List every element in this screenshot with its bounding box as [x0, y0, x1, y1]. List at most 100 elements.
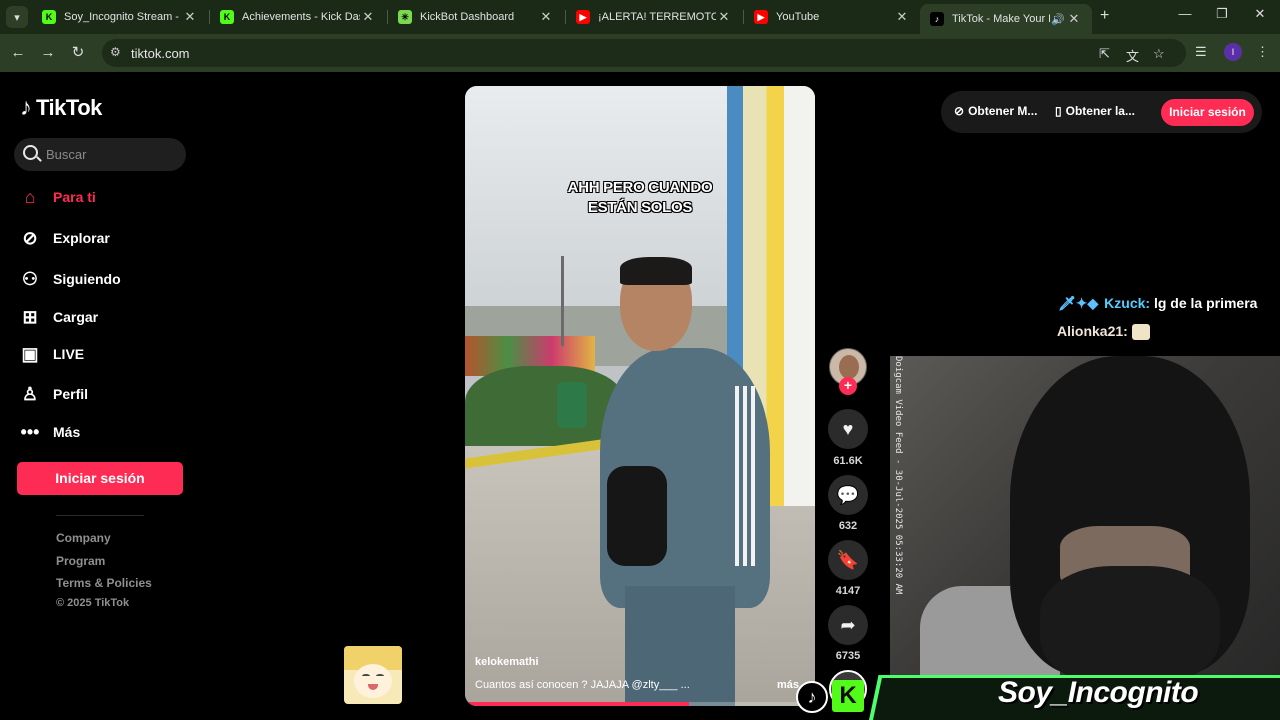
- sidebar-item-perfil[interactable]: ♙ Perfil: [18, 383, 88, 405]
- video-progress-bar[interactable]: [465, 702, 815, 706]
- tab-achievements[interactable]: K Achievements - Kick Dashb ✕: [210, 4, 386, 30]
- video-author[interactable]: kelokemathi: [475, 656, 539, 668]
- sidebar-divider: [56, 515, 144, 516]
- search-input[interactable]: [46, 144, 176, 164]
- get-coins-link[interactable]: ⊘ Obtener M...: [954, 104, 1037, 118]
- tab-title: YouTube: [776, 11, 820, 23]
- share-icon: ➦: [840, 614, 856, 635]
- tab-tiktok[interactable]: ♪ TikTok - Make Your Da 🔊 ✕: [920, 4, 1092, 34]
- new-tab-button[interactable]: +: [1100, 7, 1109, 25]
- anime-sticker-image: [344, 646, 402, 704]
- tab-search-button[interactable]: ▾: [6, 6, 28, 28]
- omnibox[interactable]: ⚙ tiktok.com ⇱ 文 ☆: [102, 39, 1186, 67]
- overlay-line: AHH PERO CUANDO: [567, 179, 713, 196]
- back-button[interactable]: ←: [7, 42, 29, 64]
- coin-icon: ⊘: [954, 104, 965, 118]
- footer-link-program[interactable]: Program: [56, 554, 105, 568]
- phone-icon: ▯: [1055, 104, 1062, 118]
- sidebar-item-label: Perfil: [53, 386, 89, 402]
- sidebar-item-label: Más: [53, 424, 81, 440]
- follow-plus-button[interactable]: +: [839, 377, 857, 395]
- bookmark-star-icon[interactable]: ☆: [1153, 46, 1165, 62]
- url-text[interactable]: tiktok.com: [131, 46, 190, 61]
- bookmark-icon: 🔖: [836, 549, 860, 570]
- tiktok-badge-icon: ♪: [796, 681, 828, 713]
- chat-emote-icon: [1131, 324, 1150, 341]
- footer-link-company[interactable]: Company: [56, 531, 111, 545]
- browser-tab-bar: ▾ K Soy_Incognito Stream - W ✕ K Achieve…: [0, 0, 1280, 34]
- media-control-icon[interactable]: ☰: [1195, 44, 1207, 60]
- video-text-overlay: AHH PERO CUANDO ESTÁN SOLOS: [465, 178, 815, 218]
- site-info-icon[interactable]: ⚙: [110, 45, 121, 59]
- comment-icon: 💬: [836, 484, 860, 505]
- profile-avatar[interactable]: I: [1224, 43, 1242, 61]
- sidebar-item-label: LIVE: [53, 346, 85, 362]
- video-progress-fill: [465, 702, 689, 706]
- tiktok-note-icon: ♪: [20, 94, 32, 121]
- reload-button[interactable]: ↻: [67, 42, 89, 64]
- comment-button[interactable]: 💬: [828, 475, 868, 515]
- tab-youtube[interactable]: ▶ YouTube ✕: [744, 4, 920, 30]
- forward-button[interactable]: →: [37, 42, 59, 64]
- sidebar-item-live[interactable]: ▣ LIVE: [18, 343, 84, 365]
- close-icon[interactable]: ✕: [538, 9, 554, 25]
- tab-title: KickBot Dashboard: [420, 11, 515, 23]
- header-link-label: Obtener M...: [968, 104, 1038, 118]
- sidebar-item-label: Explorar: [53, 230, 110, 246]
- home-icon: ⌂: [24, 186, 36, 207]
- tiktok-logo[interactable]: ♪ TikTok: [20, 94, 102, 122]
- close-icon[interactable]: ✕: [1066, 11, 1082, 27]
- sidebar-item-cargar[interactable]: ⊞ Cargar: [18, 306, 98, 328]
- close-icon[interactable]: ✕: [716, 9, 732, 25]
- close-icon[interactable]: ✕: [182, 9, 198, 25]
- youtube-icon: ▶: [576, 10, 590, 24]
- comment-count: 632: [838, 520, 858, 532]
- close-icon[interactable]: ✕: [360, 9, 376, 25]
- youtube-icon: ▶: [754, 10, 768, 24]
- profile-icon: ♙: [21, 383, 39, 404]
- sidebar-item-label: Para ti: [53, 189, 96, 205]
- tab-title: Soy_Incognito Stream - W: [64, 11, 182, 23]
- close-icon[interactable]: ✕: [894, 9, 910, 25]
- tab-title: ¡ALERTA! TERREMOTO d: [598, 11, 716, 23]
- video-player[interactable]: AHH PERO CUANDO ESTÁN SOLOS kelokemathi …: [465, 86, 815, 706]
- share-button[interactable]: ➦: [828, 605, 868, 645]
- header-login-button[interactable]: Iniciar sesión: [1161, 99, 1254, 126]
- sidebar-item-explorar[interactable]: ⊘ Explorar: [18, 227, 110, 249]
- sidebar-item-para-ti[interactable]: ⌂ Para ti: [18, 186, 96, 208]
- minimize-button[interactable]: —: [1170, 6, 1200, 21]
- translate-icon[interactable]: 文: [1126, 46, 1139, 65]
- save-button[interactable]: 🔖: [828, 540, 868, 580]
- overlay-line: ESTÁN SOLOS: [587, 199, 693, 216]
- more-button[interactable]: más: [777, 679, 799, 691]
- chat-username: Kzuck:: [1104, 295, 1151, 311]
- tab-alerta-terremoto[interactable]: ▶ ¡ALERTA! TERREMOTO d ✕: [566, 4, 742, 30]
- tab-soy-incognito-stream[interactable]: K Soy_Incognito Stream - W ✕: [32, 4, 208, 30]
- search-icon: [23, 145, 38, 160]
- sidebar-item-label: Siguiendo: [53, 271, 121, 287]
- tab-kickbot-dashboard[interactable]: ✳ KickBot Dashboard ✕: [388, 4, 564, 30]
- upload-icon: ⊞: [22, 306, 38, 327]
- sidebar-login-button[interactable]: Iniciar sesión: [17, 462, 183, 495]
- sidebar-item-mas[interactable]: ••• Más: [18, 421, 81, 443]
- search-box[interactable]: [14, 138, 186, 171]
- footer-link-terms[interactable]: Terms & Policies: [56, 576, 152, 590]
- close-window-button[interactable]: ✕: [1245, 6, 1275, 22]
- restore-button[interactable]: ❐: [1207, 6, 1237, 22]
- kickbot-icon: ✳: [398, 10, 412, 24]
- speaker-icon[interactable]: 🔊: [1050, 13, 1066, 26]
- webcam-label: Doigcam Video Feed - 30-Jul-2025 05:33:2…: [893, 356, 903, 595]
- logo-text: TikTok: [36, 95, 102, 120]
- get-app-link[interactable]: ▯ Obtener la...: [1055, 104, 1135, 118]
- chat-username: Alionka21:: [1057, 323, 1128, 339]
- sidebar-item-siguiendo[interactable]: ⚇ Siguiendo: [18, 268, 121, 290]
- install-app-icon[interactable]: ⇱: [1099, 46, 1110, 62]
- tiktok-icon: ♪: [930, 12, 944, 26]
- chat-message: Alionka21:: [1057, 323, 1150, 341]
- like-button[interactable]: ♥: [828, 409, 868, 449]
- chat-text: lg de la primera: [1153, 295, 1258, 311]
- menu-icon[interactable]: ⋮: [1256, 44, 1269, 60]
- streamer-webcam: [890, 356, 1280, 720]
- address-bar: ← → ↻ ⚙ tiktok.com ⇱ 文 ☆ ☰ I ⋮: [0, 34, 1280, 72]
- following-icon: ⚇: [21, 268, 39, 289]
